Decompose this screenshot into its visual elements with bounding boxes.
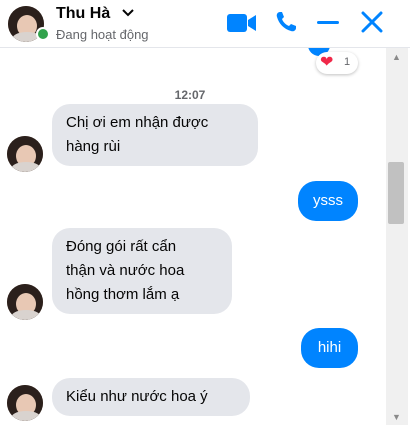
scrollbar-track[interactable]: [386, 48, 408, 425]
scrollbar-thumb[interactable]: [388, 162, 404, 224]
reaction-count: 1: [344, 56, 351, 68]
message-bubble-incoming[interactable]: Đóng gói rất cẩn thận và nước hoa hồng t…: [52, 228, 232, 314]
chat-header: Thu Hà Đang hoạt động: [0, 0, 410, 48]
message-line: hihi: [317, 339, 342, 356]
active-status-text: Đang hoạt động: [56, 27, 149, 42]
message-line: Đóng gói rất cẩn: [66, 238, 177, 255]
contact-name[interactable]: Thu Hà: [56, 5, 110, 23]
message-line: ysss: [313, 192, 343, 209]
message-list[interactable]: ❤ 1 12:07 Chị ơi em nhận được hàng rùi y…: [0, 48, 386, 425]
contact-avatar-small[interactable]: [7, 136, 43, 172]
close-icon[interactable]: [360, 10, 384, 34]
message-bubble-outgoing[interactable]: ysss: [298, 181, 358, 221]
message-bubble-incoming[interactable]: Kiểu như nước hoa ý: [52, 378, 250, 416]
phone-icon[interactable]: [274, 10, 298, 34]
message-line: Kiểu như nước hoa ý: [66, 388, 208, 405]
video-call-icon[interactable]: [226, 12, 260, 34]
minimize-icon[interactable]: [316, 12, 340, 32]
message-line: hồng thơm lắm ạ: [66, 286, 180, 303]
scroll-down-arrow-icon[interactable]: ▼: [392, 412, 401, 422]
online-status-dot: [36, 27, 50, 41]
chevron-down-icon[interactable]: [121, 8, 135, 18]
message-timestamp: 12:07: [174, 88, 206, 102]
message-line: Chị ơi em nhận được: [66, 114, 209, 131]
contact-avatar-small[interactable]: [7, 284, 43, 320]
message-bubble-outgoing[interactable]: hihi: [301, 328, 358, 368]
reaction-badge[interactable]: ❤ 1: [316, 52, 358, 74]
heart-icon: ❤: [320, 54, 334, 71]
message-line: thận và nước hoa: [66, 262, 185, 279]
scroll-up-arrow-icon[interactable]: ▲: [392, 52, 401, 62]
message-line: hàng rùi: [66, 138, 121, 155]
contact-avatar-small[interactable]: [7, 385, 43, 421]
message-bubble-incoming[interactable]: Chị ơi em nhận được hàng rùi: [52, 104, 258, 166]
